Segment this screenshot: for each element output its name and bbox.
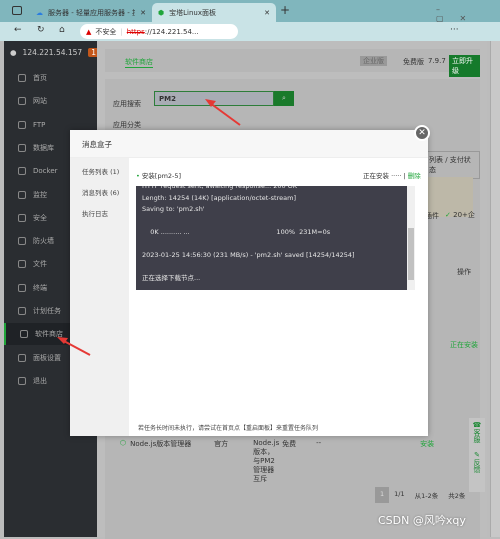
arrow-search: [209, 102, 241, 126]
annotation-arrows: [57, 99, 241, 356]
watermark: CSDN @风吟xqy: [378, 514, 466, 527]
arrow-store: [61, 339, 91, 356]
